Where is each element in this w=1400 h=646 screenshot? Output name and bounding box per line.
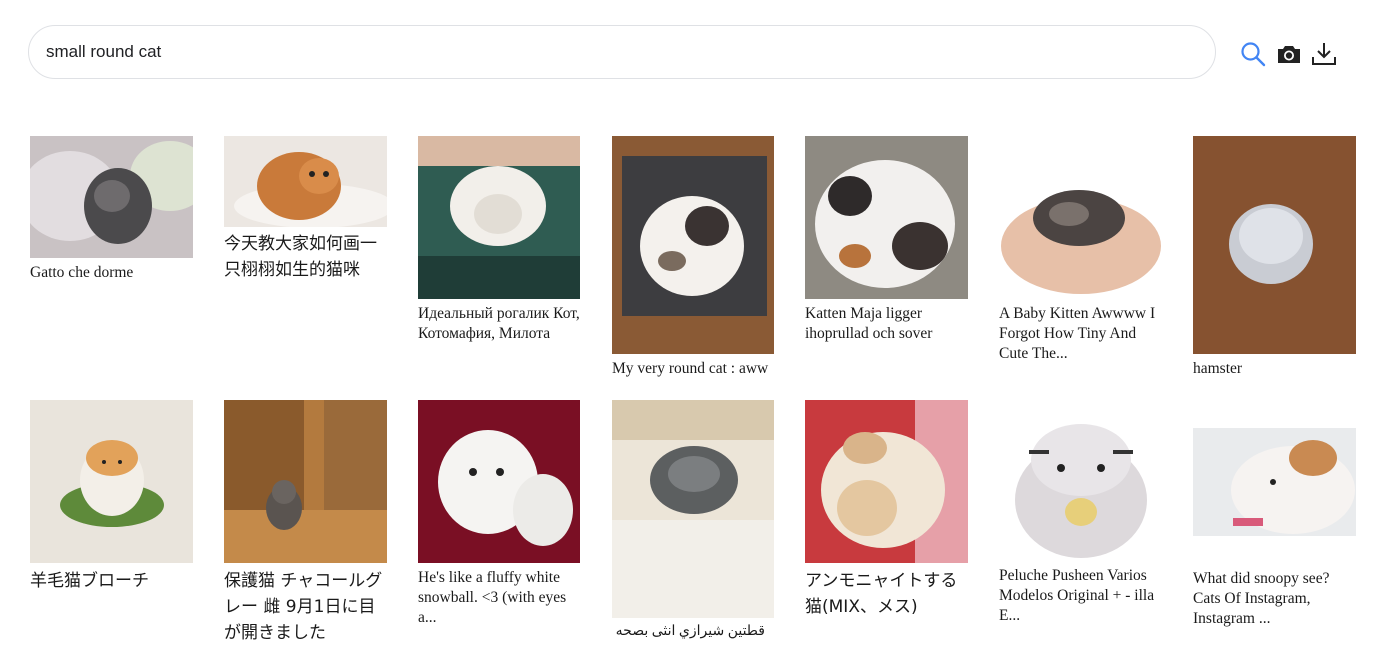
result-thumbnail[interactable]	[805, 136, 968, 299]
result-thumbnail[interactable]	[999, 400, 1163, 563]
result-thumbnail[interactable]	[224, 400, 387, 563]
result-thumbnail[interactable]	[418, 400, 580, 563]
result-caption: What did snoopy see? Cats Of Instagram, …	[1193, 570, 1330, 627]
result-thumbnail[interactable]	[418, 136, 580, 299]
camera-button[interactable]	[1275, 40, 1303, 68]
result-caption: He's like a fluffy white snowball. <3 (w…	[418, 569, 567, 626]
download-button[interactable]	[1310, 40, 1338, 68]
download-icon	[1312, 43, 1336, 65]
result-caption: Gatto che dorme	[30, 264, 134, 281]
result-caption: 保護猫 チャコールグレー 雌 9月1日に目が開きました	[224, 571, 383, 643]
result-thumbnail[interactable]	[999, 136, 1163, 299]
result-thumbnail[interactable]	[1193, 428, 1356, 536]
result-caption: 羊毛猫ブローチ	[30, 571, 149, 591]
result-caption: قطتين شيرازي انثى بصحه	[615, 624, 765, 639]
result-caption: Katten Maja ligger ihoprullad och sover	[805, 305, 933, 342]
result-thumbnail[interactable]	[612, 400, 774, 618]
result-thumbnail[interactable]	[612, 136, 774, 354]
search-button[interactable]	[1239, 40, 1267, 68]
camera-icon	[1278, 46, 1300, 63]
result-thumbnail[interactable]	[1193, 136, 1356, 354]
result-thumbnail[interactable]	[224, 136, 387, 227]
search-bar[interactable]	[28, 25, 1216, 79]
result-caption: A Baby Kitten Awwww I Forgot How Tiny An…	[999, 305, 1156, 362]
result-caption: 今天教大家如何画一只栩栩如生的猫咪	[224, 234, 377, 280]
result-thumbnail[interactable]	[805, 400, 968, 563]
search-icon	[1241, 42, 1266, 67]
result-caption: hamster	[1193, 360, 1243, 377]
result-caption: Peluche Pusheen Varios Modelos Original …	[999, 567, 1155, 624]
result-caption: Идеальный рогалик Кот, Котомафия, Милота	[418, 305, 580, 342]
result-thumbnail[interactable]	[30, 136, 193, 258]
result-caption: アンモニャイトする猫(MIX、メス)	[805, 571, 958, 617]
result-thumbnail[interactable]	[30, 400, 193, 563]
result-caption: My very round cat : aww	[612, 360, 769, 377]
search-input[interactable]	[46, 41, 1146, 63]
